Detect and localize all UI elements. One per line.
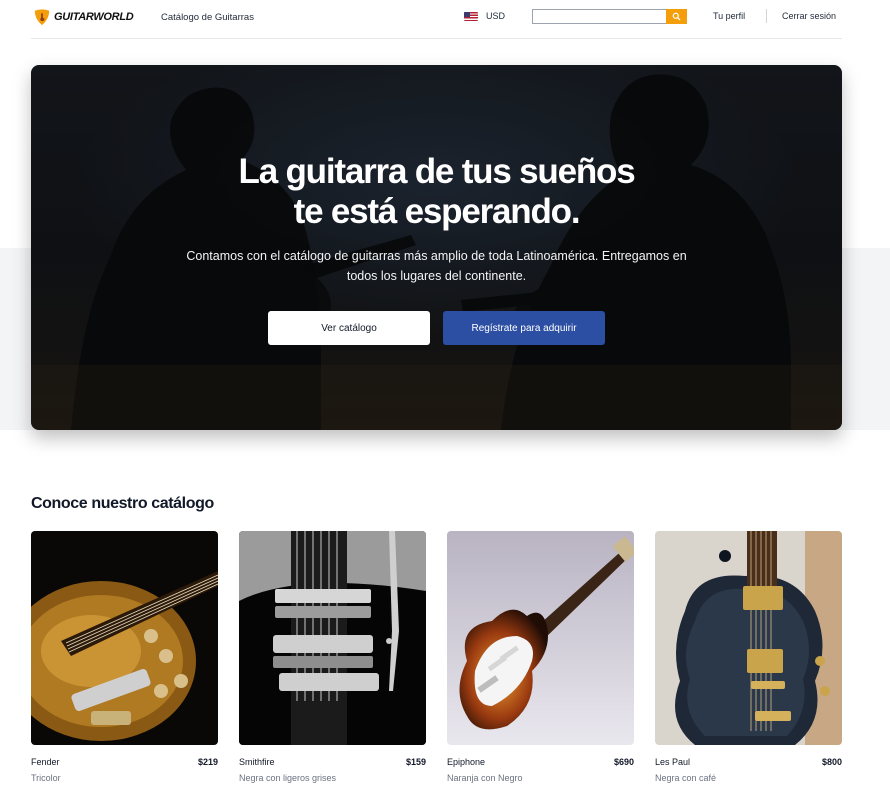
hero-title-line-2: te está esperando. <box>293 192 581 231</box>
product-image-les-paul[interactable] <box>655 531 842 745</box>
product-card-smithfire[interactable]: Smithfire $159 Negra con ligeros grises <box>239 531 426 783</box>
us-flag-icon <box>464 11 478 21</box>
product-price: $159 <box>405 757 426 767</box>
product-price: $219 <box>197 757 218 767</box>
profile-link[interactable]: Tu perfil <box>713 11 745 21</box>
nav-link-catalog[interactable]: Catálogo de Guitarras <box>161 12 254 23</box>
product-price: $800 <box>821 757 842 767</box>
search-input[interactable] <box>532 9 666 24</box>
hero-banner: La guitarra de tus sueños te está espera… <box>31 65 842 430</box>
product-name: Smithfire <box>239 757 275 767</box>
product-name: Les Paul <box>655 757 691 767</box>
product-color: Tricolor <box>31 773 61 783</box>
header-divider <box>766 9 767 23</box>
product-color: Negra con ligeros grises <box>239 773 337 783</box>
hero-title-line-1: La guitarra de tus sueños <box>238 152 636 191</box>
product-image-smithfire[interactable] <box>239 531 426 745</box>
product-image-epiphone[interactable] <box>447 531 634 745</box>
product-card-epiphone[interactable]: Epiphone $690 Naranja con Negro <box>447 531 634 783</box>
hero-subtitle: Contamos con el catálogo de guitarras má… <box>186 249 687 283</box>
brand-logo[interactable]: GUITARWORLD <box>33 7 134 27</box>
currency-label: USD <box>486 11 506 21</box>
product-card-fender[interactable]: Fender $219 Tricolor <box>31 531 218 783</box>
search-button[interactable] <box>666 9 687 24</box>
search-icon <box>672 12 681 21</box>
catalog-title: Conoce nuestro catálogo <box>31 495 214 512</box>
product-price: $690 <box>613 757 634 767</box>
brand-name: GUITARWORLD <box>54 11 134 23</box>
product-name: Fender <box>31 757 60 767</box>
product-color: Naranja con Negro <box>447 773 523 783</box>
top-navbar: GUITARWORLD Catálogo de Guitarras USD Tu… <box>31 0 842 39</box>
view-catalog-button[interactable]: Ver catálogo <box>268 311 430 345</box>
register-button[interactable]: Regístrate para adquirir <box>443 311 605 345</box>
product-color: Negra con café <box>655 773 717 783</box>
guitar-pick-logo-icon <box>34 9 50 26</box>
currency-selector[interactable]: USD <box>464 11 505 21</box>
product-name: Epiphone <box>447 757 486 767</box>
search-bar <box>532 9 687 24</box>
logout-link[interactable]: Cerrar sesión <box>782 11 836 21</box>
product-card-les-paul[interactable]: Les Paul $800 Negra con café <box>655 531 842 783</box>
product-image-fender[interactable] <box>31 531 218 745</box>
hero-title: La guitarra de tus sueños te está espera… <box>31 152 842 232</box>
